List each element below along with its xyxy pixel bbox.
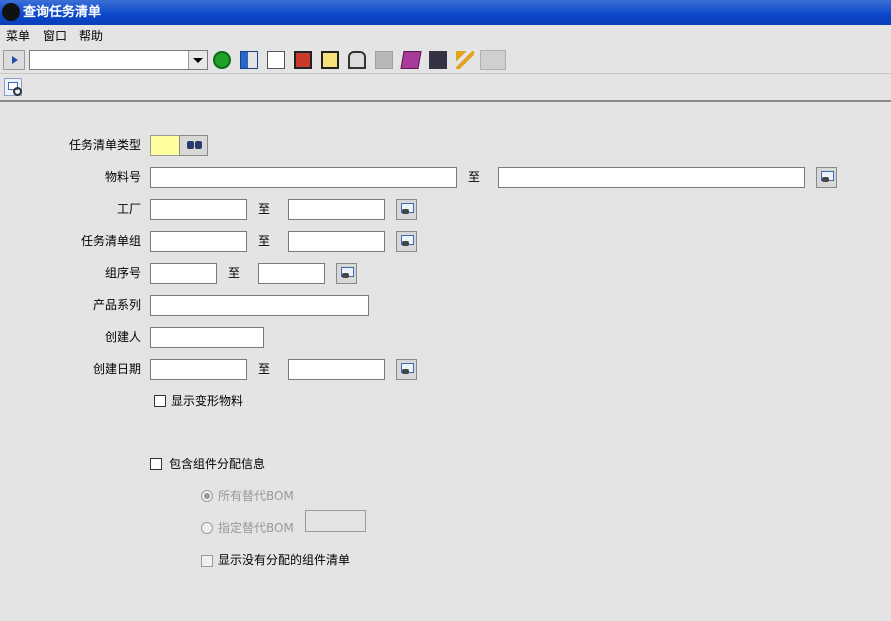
task-group-from-field[interactable]	[150, 231, 247, 252]
product-series-label: 产品系列	[92, 298, 141, 312]
creator-label: 创建人	[104, 330, 141, 344]
group-counter-from-field[interactable]	[150, 263, 217, 284]
menu-item-help[interactable]: 帮助	[79, 29, 103, 43]
document-icon[interactable]	[321, 51, 339, 69]
product-series-field[interactable]	[150, 295, 369, 316]
created-date-from-field[interactable]	[150, 359, 247, 380]
plant-to-label: 至	[258, 202, 271, 216]
window-title: 查询任务清单	[23, 5, 102, 20]
folder-icon[interactable]	[375, 51, 393, 69]
created-date-multi-select-button[interactable]	[396, 359, 417, 380]
disabled-tool-icon	[480, 50, 506, 70]
material-from-field[interactable]	[150, 167, 457, 188]
material-to-label: 至	[468, 170, 481, 184]
command-field[interactable]	[29, 50, 208, 70]
plant-from-field[interactable]	[150, 199, 247, 220]
created-date-label: 创建日期	[92, 362, 141, 376]
specified-alt-bom-radio[interactable]	[201, 522, 213, 534]
material-to-field[interactable]	[498, 167, 805, 188]
task-list-type-label: 任务清单类型	[68, 138, 141, 152]
plant-label: 工厂	[116, 202, 141, 216]
execute-search-icon[interactable]	[4, 78, 22, 96]
task-group-to-field[interactable]	[288, 231, 385, 252]
screen-icon[interactable]	[294, 51, 312, 69]
show-variant-material-label: 显示变形物料	[171, 394, 244, 408]
group-counter-label: 组序号	[104, 266, 141, 280]
exit-icon[interactable]	[240, 51, 258, 69]
lock-icon[interactable]	[348, 51, 366, 69]
specified-alt-bom-field[interactable]	[305, 510, 366, 532]
chevron-down-icon[interactable]	[188, 51, 207, 69]
creator-field[interactable]	[150, 327, 264, 348]
menu-item-menu[interactable]: 菜单	[6, 29, 30, 43]
expand-arrow-icon[interactable]	[3, 50, 25, 70]
task-list-type-search-button[interactable]	[179, 135, 208, 156]
show-unassigned-label: 显示没有分配的组件清单	[218, 553, 351, 567]
created-date-to-field[interactable]	[288, 359, 385, 380]
settings-icon[interactable]	[267, 51, 285, 69]
include-component-alloc-label: 包含组件分配信息	[169, 457, 266, 471]
task-group-label: 任务清单组	[80, 234, 141, 248]
created-date-to-label: 至	[258, 362, 271, 376]
toolbar	[0, 47, 891, 74]
task-list-type-field[interactable]	[150, 135, 180, 156]
binoculars-icon[interactable]	[429, 51, 447, 69]
show-unassigned-checkbox[interactable]	[201, 555, 213, 567]
include-component-alloc-checkbox[interactable]	[150, 458, 162, 470]
task-group-to-label: 至	[258, 234, 271, 248]
group-counter-multi-select-button[interactable]	[336, 263, 357, 284]
material-label: 物料号	[104, 170, 141, 184]
plant-to-field[interactable]	[288, 199, 385, 220]
all-alt-bom-radio[interactable]	[201, 490, 213, 502]
group-counter-to-field[interactable]	[258, 263, 325, 284]
menu-bar: 菜单 窗口 帮助	[0, 25, 891, 48]
plant-multi-select-button[interactable]	[396, 199, 417, 220]
specified-alt-bom-label: 指定替代BOM	[218, 521, 294, 535]
app-logo-icon	[2, 3, 20, 21]
book-icon[interactable]	[400, 51, 422, 69]
back-icon[interactable]	[213, 51, 231, 69]
title-bar: 查询任务清单	[0, 0, 891, 25]
key-icon[interactable]	[456, 51, 474, 69]
sub-toolbar	[0, 74, 891, 102]
material-multi-select-button[interactable]	[816, 167, 837, 188]
menu-item-window[interactable]: 窗口	[43, 29, 67, 43]
task-group-multi-select-button[interactable]	[396, 231, 417, 252]
show-variant-material-checkbox[interactable]	[154, 395, 166, 407]
all-alt-bom-label: 所有替代BOM	[218, 489, 294, 503]
group-counter-to-label: 至	[228, 266, 241, 280]
